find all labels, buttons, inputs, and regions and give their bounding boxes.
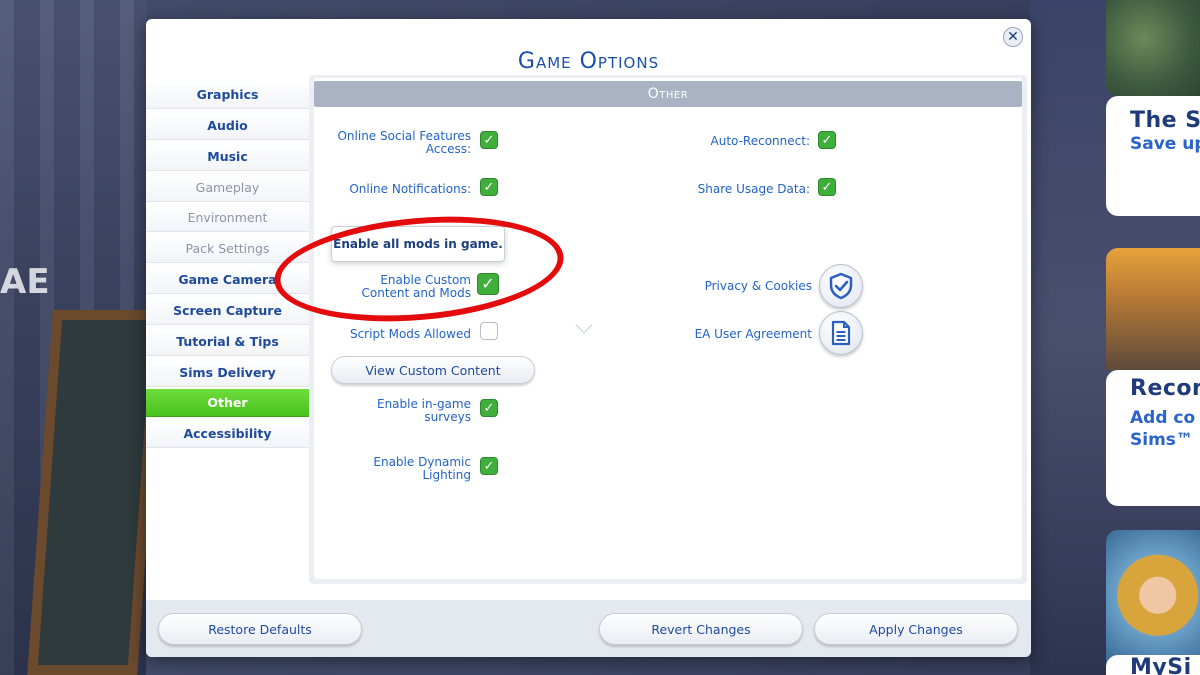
ea-user-agreement-label[interactable]: EA User Agreement <box>614 328 812 341</box>
sidebar-item-graphics[interactable]: Graphics <box>146 81 309 109</box>
checkmark-icon: ✓ <box>821 132 833 148</box>
sidebar-item-sims-delivery[interactable]: Sims Delivery <box>146 358 309 387</box>
sidebar-item-gameplay[interactable]: Gameplay <box>146 173 309 202</box>
sidebar-item-tutorial-tips[interactable]: Tutorial & Tips <box>146 327 309 356</box>
sidebar-item-environment[interactable]: Environment <box>146 204 309 233</box>
privacy-cookies-label[interactable]: Privacy & Cookies <box>614 280 812 293</box>
script-mods-checkbox[interactable]: ✓ <box>480 322 498 340</box>
share-usage-label: Share Usage Data: <box>697 182 810 196</box>
promo-image-mid <box>1106 248 1200 370</box>
promo-image-top <box>1106 0 1200 96</box>
share-usage-checkbox[interactable]: ✓ <box>818 178 836 196</box>
promo-card-3-title: MySi <box>1130 655 1192 675</box>
checkmark-icon: ✓ <box>483 400 495 416</box>
online-notifications-checkbox[interactable]: ✓ <box>480 178 498 196</box>
checkmark-icon: ✓ <box>483 179 495 195</box>
promo-card-1-title: The Si <box>1130 108 1200 133</box>
dynamic-lighting-checkbox[interactable]: ✓ <box>480 457 498 475</box>
online-social-label-line2: Access: <box>425 142 471 156</box>
online-social-label: Online Social Features Access: <box>314 130 471 156</box>
privacy-cookies-button[interactable] <box>819 264 863 308</box>
promo-card-3[interactable]: MySi <box>1106 655 1200 675</box>
in-game-surveys-label: Enable in-game surveys <box>314 398 471 424</box>
promo-card-2-title: Recom <box>1130 376 1200 401</box>
online-notifications-label: Online Notifications: <box>349 182 471 196</box>
dialog-title: Game Options <box>517 49 660 74</box>
sidebar-item-music[interactable]: Music <box>146 142 309 171</box>
dynamic-lighting-label-line2: Lighting <box>422 468 471 482</box>
restore-defaults-button[interactable]: Restore Defaults <box>158 613 362 645</box>
view-custom-content-button[interactable]: View Custom Content <box>331 356 535 384</box>
ea-user-agreement-button[interactable] <box>819 311 863 355</box>
options-panel-content: Other Online Social Features Access: ✓ O… <box>270 78 1022 579</box>
shield-check-icon <box>829 272 853 300</box>
script-mods-label: Script Mods Allowed <box>349 327 471 341</box>
annotation-red-circle <box>270 205 568 333</box>
promo-card-1[interactable]: The Si Save up <box>1106 96 1200 216</box>
sidebar-item-screen-capture[interactable]: Screen Capture <box>146 296 309 325</box>
document-icon <box>831 320 851 346</box>
close-icon: ✕ <box>1007 29 1019 45</box>
checkmark-icon: ✓ <box>821 179 833 195</box>
auto-reconnect-label: Auto-Reconnect: <box>710 134 810 148</box>
in-game-surveys-label-line2: surveys <box>424 410 471 424</box>
promo-image-bottom <box>1106 530 1200 675</box>
checkmark-icon: ✓ <box>484 325 495 338</box>
promo-card-1-subtitle: Save up <box>1130 134 1200 154</box>
online-social-checkbox[interactable]: ✓ <box>480 131 498 149</box>
revert-changes-button[interactable]: Revert Changes <box>599 613 803 645</box>
dynamic-lighting-label: Enable Dynamic Lighting <box>314 456 471 482</box>
promo-card-2[interactable]: Recom Add co Sims™ <box>1106 370 1200 506</box>
auto-reconnect-checkbox[interactable]: ✓ <box>818 131 836 149</box>
sidebar-item-other[interactable]: Other <box>146 389 309 418</box>
game-options-dialog: Game Options ✕ Graphics Audio Music Game… <box>146 19 1031 657</box>
background-partial-text: AE <box>0 262 50 302</box>
sidebar-item-accessibility[interactable]: Accessibility <box>146 420 309 449</box>
sidebar-item-audio[interactable]: Audio <box>146 111 309 140</box>
in-game-surveys-checkbox[interactable]: ✓ <box>480 399 498 417</box>
promo-card-2-subtitle-2: Sims™ <box>1130 430 1193 450</box>
promo-card-2-subtitle: Add co <box>1130 408 1196 428</box>
tooltip-tail <box>575 316 593 334</box>
checkmark-icon: ✓ <box>483 458 495 474</box>
dialog-footer: Restore Defaults Revert Changes Apply Ch… <box>146 600 1031 657</box>
close-button[interactable]: ✕ <box>1003 27 1023 47</box>
checkmark-icon: ✓ <box>483 132 495 148</box>
apply-changes-button[interactable]: Apply Changes <box>814 613 1018 645</box>
section-header: Other <box>314 81 1022 107</box>
options-panel: Other Online Social Features Access: ✓ O… <box>270 75 1027 584</box>
